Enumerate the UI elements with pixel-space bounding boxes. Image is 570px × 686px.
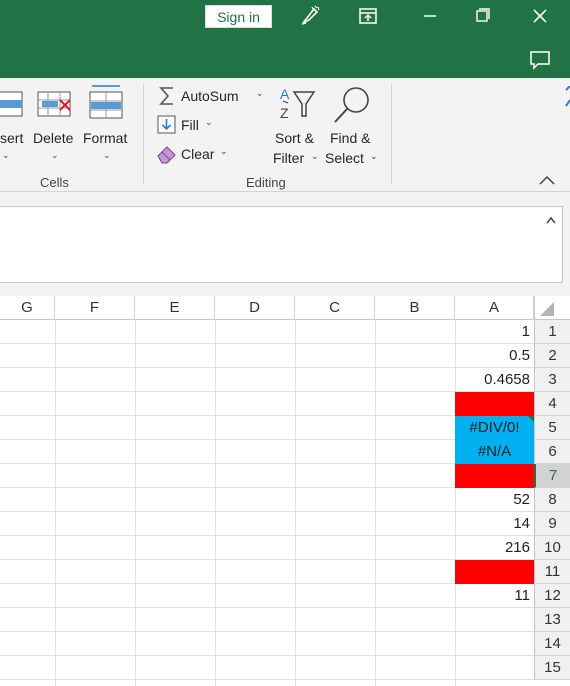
cell-a14[interactable] [455,632,534,656]
collapse-ribbon-icon[interactable] [538,174,556,186]
column-header-f[interactable]: F [55,296,135,320]
grid-row-line [0,367,534,368]
row-header-9[interactable]: 9 [534,512,570,536]
ribbon-overflow-icon [565,86,570,107]
find-magnifier-icon [334,87,369,123]
grid-row-line [0,439,534,440]
grid-row-line [0,511,534,512]
column-header-d[interactable]: D [215,296,295,320]
grid-row-line [0,391,534,392]
row-header-11[interactable]: 11 [534,560,570,584]
delete-button[interactable]: Delete [33,130,73,146]
column-header-b[interactable]: B [375,296,455,320]
row-header-8[interactable]: 8 [534,488,570,512]
row-header-2[interactable]: 2 [534,344,570,368]
delete-cells-icon [37,91,71,117]
cell-a7[interactable] [455,464,534,488]
select-all-triangle-icon [540,302,554,316]
autosum-icon [159,87,173,105]
group-separator [391,84,392,184]
clear-button[interactable]: Clear [181,146,214,162]
sort-filter-button-line1[interactable]: Sort & [275,130,314,146]
row-header-7[interactable]: 7 [534,464,570,488]
grid-row-line [0,607,534,608]
close-icon[interactable] [528,4,552,28]
cell-a4[interactable] [455,392,534,416]
grid-row-line [0,463,534,464]
row-header-14[interactable]: 14 [534,632,570,656]
grid-row-line [0,343,534,344]
row-header-6[interactable]: 6 [534,440,570,464]
cell-a3[interactable]: 0.4658 [455,368,534,392]
delete-caret-icon: ⌄ [51,150,59,160]
cell-a2[interactable]: 0.5 [455,344,534,368]
sign-in-button[interactable]: Sign in [205,5,272,28]
cell-a6[interactable]: #N/A [455,440,534,464]
grid-row-line [0,655,534,656]
minimize-icon[interactable] [418,4,442,28]
grid-row-line [0,679,534,680]
pen-icon[interactable] [298,4,322,28]
editing-group-label: Editing [246,175,286,190]
fill-button[interactable]: Fill [181,117,199,133]
column-header-a[interactable]: A [455,296,534,320]
cell-a10[interactable]: 216 [455,536,534,560]
autosum-caret-icon: ⌄ [256,88,264,98]
sort-filter-icon: A Z [280,86,316,121]
comment-icon[interactable] [528,48,552,72]
fill-caret-icon: ⌄ [205,117,213,127]
ribbon: sert ⌄ Delete ⌄ Format ⌄ Cells AutoSum ⌄… [0,78,570,192]
svg-text:Z: Z [280,105,289,121]
group-separator [143,84,144,184]
grid-row-line [0,415,534,416]
row-header-4[interactable]: 4 [534,392,570,416]
clear-caret-icon: ⌄ [220,146,228,156]
cell-a5[interactable]: #DIV/0! [455,416,534,440]
format-caret-icon: ⌄ [103,150,111,160]
autosum-button[interactable]: AutoSum [181,88,239,104]
insert-button[interactable]: sert [0,130,23,146]
collapse-formula-icon[interactable] [545,215,557,225]
column-header-g[interactable]: G [0,296,55,320]
fill-icon [157,115,176,134]
sort-filter-button-line2[interactable]: Filter [273,150,304,166]
row-header-10[interactable]: 10 [534,536,570,560]
cell-a12[interactable]: 11 [455,584,534,608]
grid-row-line [0,559,534,560]
sort-caret-icon: ⌄ [311,151,319,161]
format-button[interactable]: Format [83,130,127,146]
cell-a15[interactable] [455,656,534,680]
find-select-button-line1[interactable]: Find & [330,130,370,146]
maximize-icon[interactable] [470,4,494,28]
column-header-c[interactable]: C [295,296,375,320]
title-bar: Sign in [0,0,570,78]
cell-a1[interactable]: 1 [455,320,534,344]
cell-a9[interactable]: 14 [455,512,534,536]
grid-row-line [0,583,534,584]
clear-eraser-icon [157,146,176,164]
row-header-1[interactable]: 1 [534,320,570,344]
cell-a13[interactable] [455,608,534,632]
format-cells-icon [89,85,123,119]
grid-row-line [0,487,534,488]
column-header-e[interactable]: E [135,296,215,320]
row-header-15[interactable]: 15 [534,656,570,680]
insert-caret-icon: ⌄ [2,150,10,160]
row-header-3[interactable]: 3 [534,368,570,392]
svg-text:A: A [280,86,290,102]
find-select-button-line2[interactable]: Select [325,150,364,166]
grid-row-line [0,535,534,536]
cell-a8[interactable]: 52 [455,488,534,512]
row-header-13[interactable]: 13 [534,608,570,632]
row-header-12[interactable]: 12 [534,584,570,608]
cell-a11[interactable] [455,560,534,584]
insert-cells-icon [0,91,23,117]
formula-bar[interactable] [0,206,563,283]
select-all-button[interactable] [534,296,570,320]
grid-row-line [0,631,534,632]
row-header-5[interactable]: 5 [534,416,570,440]
find-caret-icon: ⌄ [370,151,378,161]
cells-group-label: Cells [40,175,69,190]
restore-ribbon-icon[interactable] [356,4,380,28]
